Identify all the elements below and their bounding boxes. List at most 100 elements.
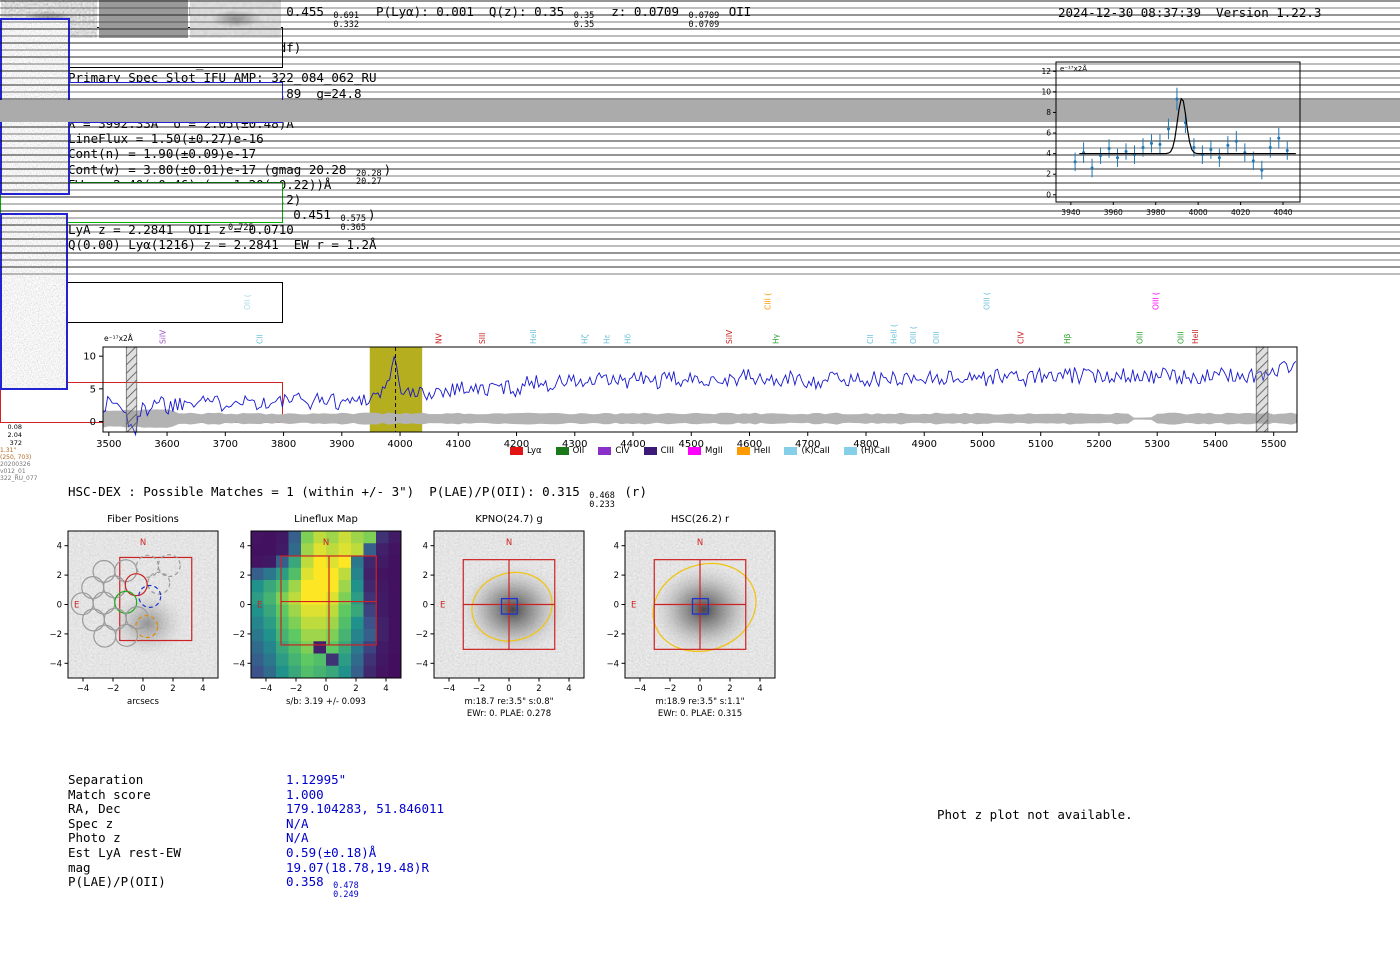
data-point xyxy=(1268,145,1272,149)
y-tick-label: −4 xyxy=(232,659,245,669)
masked-region xyxy=(1255,346,1269,433)
lineflux-cell xyxy=(288,543,302,556)
x-tick-label: 4 xyxy=(757,684,762,694)
fiber-circle xyxy=(147,571,171,595)
y-axis-label: e⁻¹⁷x2Å xyxy=(1060,64,1087,73)
lineflux-cell xyxy=(276,653,289,667)
lineflux-cell xyxy=(376,567,389,581)
lineflux-cell xyxy=(276,543,289,556)
emission-line-label: OIII ( xyxy=(983,292,992,310)
north-label: N xyxy=(506,538,512,548)
x-tick-label: −4 xyxy=(443,684,456,694)
lineflux-cell xyxy=(363,567,377,581)
emission-line-label: CIII ( xyxy=(764,293,773,310)
emission-line-label: SIII xyxy=(478,333,487,344)
text-segment: N/A xyxy=(286,830,309,846)
elixer-report-page: EW: 1.2±0.6Å P(LAE)/P(OII): 0.455 0.6910… xyxy=(0,0,1400,953)
legend-item: (K)CaII xyxy=(784,446,830,456)
data-point xyxy=(1149,141,1153,145)
emission-line-label: SiIV xyxy=(158,329,167,344)
match-table-row: Spec z N/A xyxy=(68,816,444,831)
y-tick-label: 2 xyxy=(240,571,245,581)
y-tick-label: −2 xyxy=(606,630,619,640)
lineflux-cell xyxy=(363,641,377,654)
text-segment: HSC-DEX : Possible Matches = 1 (within +… xyxy=(68,484,588,499)
cutout-title: KPNO(24.7) g xyxy=(475,514,543,525)
photz-note: Phot z plot not available. xyxy=(937,807,1133,822)
lineflux-cell xyxy=(326,604,339,618)
match-table-label: mag xyxy=(68,859,91,875)
lineflux-cell xyxy=(326,580,339,593)
match-table-row: Est LyA rest-EW 0.59(±0.18)Å xyxy=(68,845,444,860)
lineflux-cell xyxy=(301,580,314,593)
lineflux-cell xyxy=(376,592,389,605)
legend-label: HeII xyxy=(753,446,771,456)
x-tick-label: 0 xyxy=(506,684,511,694)
y-tick-label: −4 xyxy=(415,659,428,669)
lineflux-cell xyxy=(288,531,302,544)
y-tick-label: 2 xyxy=(1046,170,1051,179)
x-tick-label: 2 xyxy=(170,684,175,694)
lineflux-cell xyxy=(351,531,364,544)
lineflux-cell xyxy=(326,592,339,605)
x-tick-label: 4020 xyxy=(1231,208,1250,217)
lineflux-cell xyxy=(313,641,327,654)
match-table-label: Match score xyxy=(68,786,151,802)
aperture-ellipse xyxy=(652,562,757,653)
cutout-caption: s/b: 3.19 +/- 0.093 xyxy=(286,697,366,707)
lineflux-cell xyxy=(251,592,264,605)
lineflux-cell xyxy=(263,653,277,667)
x-tick-label: 4 xyxy=(383,684,388,694)
lineflux-cell xyxy=(388,665,401,678)
y-tick-label: 0 xyxy=(90,417,96,428)
x-tick-label: 2 xyxy=(727,684,732,694)
data-point xyxy=(1285,149,1289,153)
x-tick-label: 5500 xyxy=(1261,439,1286,450)
legend-item: CIII xyxy=(643,446,674,456)
line-fit-plot: 3940 3960 3980 4000 4020 4040 0 2 4 6 8 10 12 e⁻¹⁷x2Å xyxy=(1041,61,1301,217)
lineflux-cell xyxy=(276,641,289,654)
lineflux-cell xyxy=(313,604,327,618)
lineflux-cell xyxy=(276,531,289,544)
galaxy-blob xyxy=(454,559,571,660)
legend-swatch xyxy=(598,447,612,455)
lineflux-cell xyxy=(251,653,264,667)
fiber-circle xyxy=(125,606,149,630)
match-table: Separation 1.12995" Match score 1.000 RA, De… xyxy=(68,772,445,900)
lineflux-cell xyxy=(251,665,264,678)
match-table-row: mag 19.07(18.78,19.48)R xyxy=(68,860,444,875)
lineflux-cell xyxy=(288,665,302,678)
y-tick-label: 4 xyxy=(423,542,428,552)
lineflux-cell xyxy=(376,531,389,544)
lineflux-cell xyxy=(338,567,352,581)
lineflux-cell xyxy=(338,629,352,642)
data-point xyxy=(1192,145,1196,149)
lineflux-cell xyxy=(313,629,327,642)
stacked-uncertainty: 0.468 0.233 xyxy=(589,491,615,510)
lineflux-cell xyxy=(363,543,377,556)
lineflux-cell xyxy=(301,653,314,667)
legend-swatch xyxy=(643,447,657,455)
lineflux-cell xyxy=(313,665,327,678)
galaxy-blob xyxy=(105,587,190,660)
fiber-circle xyxy=(93,624,117,648)
lineflux-cell xyxy=(313,531,327,544)
legend-swatch xyxy=(688,447,702,455)
y-tick-label: −4 xyxy=(49,659,62,669)
lineflux-cell xyxy=(351,616,364,630)
data-point xyxy=(1166,127,1170,131)
match-table-row: P(LAE)/P(OII) 0.358 0.478 0.249 xyxy=(68,874,444,899)
lineflux-cell xyxy=(351,567,364,581)
y-tick-label: 0 xyxy=(1046,190,1051,199)
lineflux-cell xyxy=(301,604,314,618)
y-tick-label: 6 xyxy=(1046,129,1051,138)
lineflux-cell xyxy=(326,629,339,642)
aperture-ellipse xyxy=(471,571,553,642)
text-segment: 179.104283, 51.846011 xyxy=(286,801,445,817)
x-tick-label: 3960 xyxy=(1104,208,1123,217)
plot-frame xyxy=(433,530,585,679)
x-tick-label: 3980 xyxy=(1146,208,1165,217)
lineflux-cell xyxy=(263,665,277,678)
lineflux-cell xyxy=(338,616,352,630)
lineflux-cell xyxy=(388,567,401,581)
